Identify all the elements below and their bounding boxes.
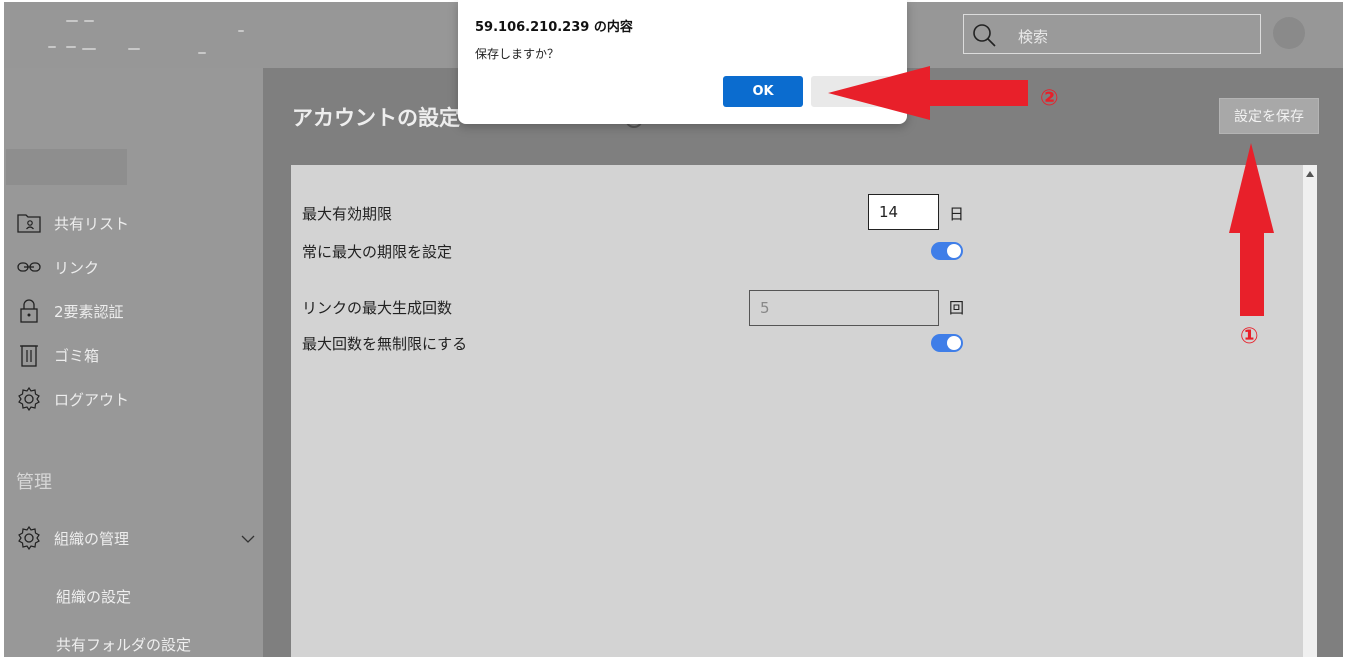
max-validity-label: 最大有効期限	[302, 205, 393, 223]
sidebar-item-label: ログアウト	[54, 390, 130, 409]
dialog-cancel-button[interactable]	[811, 76, 891, 107]
sidebar-item-label: ゴミ箱	[54, 346, 100, 365]
always-max-toggle[interactable]	[931, 242, 963, 260]
search-icon	[973, 24, 996, 47]
settings-panel: 最大有効期限 14 日 常に最大の期限を設定 リンクの最大生成回数 5 回 最大…	[291, 165, 1317, 657]
sidebar: 共有リスト リンク 2要素認証 ゴミ箱 ログアウト 管理 組織の管理 組織の設定…	[4, 68, 263, 657]
max-links-unit: 回	[949, 299, 965, 317]
sidebar-item-org-management[interactable]: 組織の管理	[16, 523, 256, 553]
link-icon	[16, 254, 42, 280]
max-validity-input[interactable]: 14	[868, 194, 939, 230]
sidebar-item-link[interactable]: リンク	[16, 252, 256, 282]
confirm-dialog: 59.106.210.239 の内容 保存しますか？ OK	[458, 0, 907, 124]
gear-icon	[16, 386, 42, 412]
dialog-ok-button[interactable]: OK	[723, 76, 803, 107]
shared-list-icon	[16, 210, 42, 236]
sidebar-item-label: リンク	[54, 258, 100, 277]
unlimited-toggle[interactable]	[931, 334, 963, 352]
search-input[interactable]: 検索	[963, 14, 1261, 54]
sidebar-item-shared-list[interactable]: 共有リスト	[16, 208, 256, 238]
unlimited-label: 最大回数を無制限にする	[302, 335, 468, 353]
step-1-label: ①	[1240, 324, 1259, 349]
sidebar-item-label: 共有リスト	[54, 214, 130, 233]
sidebar-user-block	[6, 149, 127, 185]
max-links-input[interactable]: 5	[749, 290, 939, 326]
dialog-title: 59.106.210.239 の内容	[475, 20, 633, 35]
step-2-label: ②	[1040, 86, 1059, 111]
always-max-label: 常に最大の期限を設定	[302, 243, 453, 261]
sidebar-subitem-org-settings[interactable]: 組織の設定	[56, 586, 131, 607]
trash-icon	[16, 342, 42, 368]
save-settings-button[interactable]: 設定を保存	[1219, 98, 1319, 134]
sidebar-item-2fa[interactable]: 2要素認証	[16, 296, 256, 326]
max-validity-unit: 日	[949, 205, 965, 223]
scrollbar[interactable]	[1303, 165, 1317, 657]
lock-icon	[16, 298, 42, 324]
sidebar-item-label: 2要素認証	[54, 302, 124, 321]
search-placeholder: 検索	[1018, 28, 1049, 46]
gear-icon	[16, 525, 42, 551]
sidebar-item-label: 組織の管理	[54, 529, 130, 548]
main-content: アカウントの設定 設定を保存 最大有効期限 14 日 常に最大の期限を設定 リン…	[263, 68, 1343, 657]
sidebar-item-logout[interactable]: ログアウト	[16, 384, 256, 414]
page-title: アカウントの設定	[292, 106, 460, 130]
app-logo	[18, 12, 264, 66]
scroll-up-icon[interactable]	[1306, 171, 1314, 177]
sidebar-section-heading: 管理	[16, 472, 52, 493]
dialog-message: 保存しますか？	[475, 47, 560, 61]
max-links-label: リンクの最大生成回数	[302, 299, 453, 317]
chevron-down-icon[interactable]	[240, 533, 256, 545]
avatar[interactable]	[1273, 17, 1305, 49]
sidebar-item-trash[interactable]: ゴミ箱	[16, 340, 256, 370]
sidebar-subitem-shared-folder-settings[interactable]: 共有フォルダの設定	[56, 634, 191, 655]
